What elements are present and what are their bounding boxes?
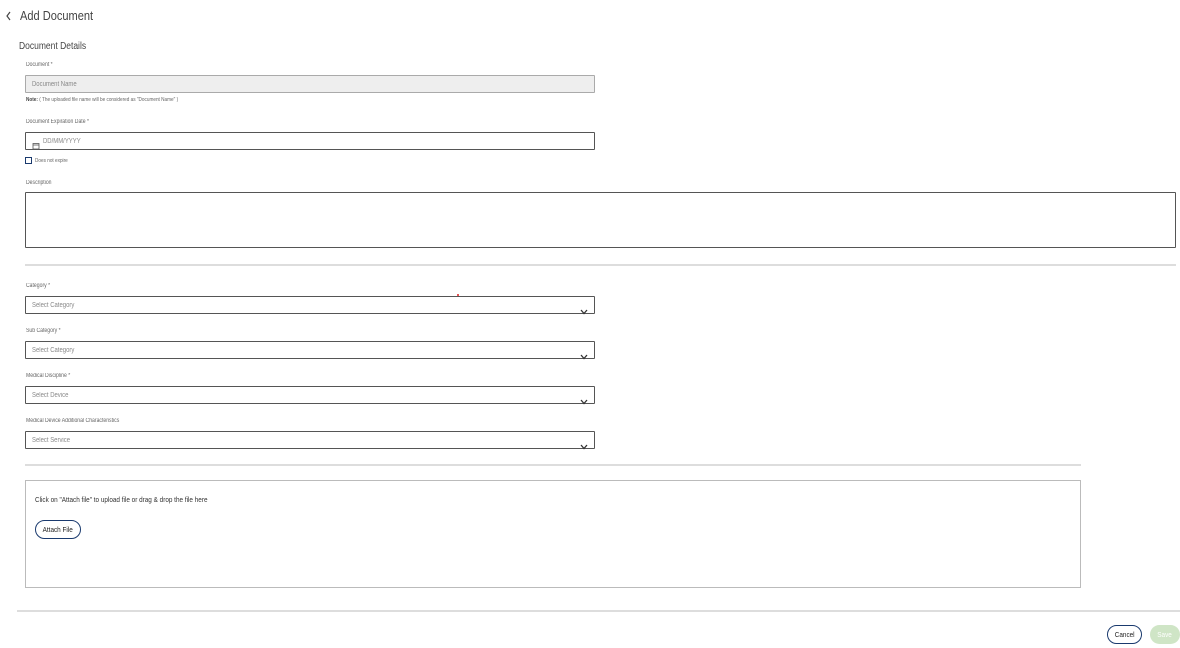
page-title: Add Document	[20, 8, 94, 23]
category-label: Category *	[26, 283, 51, 289]
expiration-date-label: Document Expiration Date *	[26, 119, 89, 125]
category-placeholder: Select Category	[32, 301, 75, 309]
divider	[25, 264, 1176, 266]
document-name-placeholder: Document Name	[32, 80, 77, 88]
chevron-down-icon	[580, 392, 588, 405]
sub-category-select[interactable]: Select Category	[25, 341, 595, 360]
medical-discipline-select[interactable]: Select Device	[25, 386, 595, 405]
sub-category-placeholder: Select Category	[32, 346, 75, 354]
file-drop-zone[interactable]: Click on "Attach file" to upload file or…	[25, 480, 1081, 588]
chevron-down-icon	[580, 347, 588, 360]
document-note: Note: ( The uploaded file name will be c…	[26, 97, 179, 103]
document-label: Document *	[26, 62, 53, 68]
additional-characteristics-placeholder: Select Service	[32, 436, 71, 444]
divider	[25, 464, 1081, 466]
description-label: Description	[26, 180, 52, 186]
medical-discipline-placeholder: Select Device	[32, 391, 69, 399]
does-not-expire-row[interactable]: Does not expire	[25, 157, 74, 164]
medical-discipline-label: Medical Discipline *	[26, 373, 71, 379]
chevron-left-icon[interactable]	[4, 9, 14, 23]
calendar-icon[interactable]	[32, 137, 40, 150]
attach-file-button[interactable]: Attach File	[35, 520, 81, 539]
section-title: Document Details	[19, 41, 87, 52]
footer-divider	[17, 610, 1180, 612]
chevron-down-icon	[580, 302, 588, 315]
does-not-expire-label: Does not expire	[35, 157, 68, 164]
expiration-date-field[interactable]: DD/MM/YYYY	[25, 132, 595, 150]
additional-characteristics-label: Medical Device Additional Characteristic…	[26, 418, 120, 424]
description-textarea[interactable]	[25, 192, 1176, 248]
document-name-field: Document Name	[25, 75, 595, 93]
upload-instructions: Click on "Attach file" to upload file or…	[35, 495, 208, 504]
category-select[interactable]: Select Category	[25, 296, 595, 315]
sub-category-label: Sub Category *	[26, 328, 61, 334]
additional-characteristics-select[interactable]: Select Service	[25, 431, 595, 450]
page-header: Add Document	[4, 8, 106, 23]
expiration-date-placeholder: DD/MM/YYYY	[43, 137, 81, 145]
save-button[interactable]: Save	[1150, 625, 1180, 644]
chevron-down-icon	[580, 437, 588, 450]
does-not-expire-checkbox[interactable]	[25, 157, 32, 164]
cancel-button[interactable]: Cancel	[1107, 625, 1142, 644]
